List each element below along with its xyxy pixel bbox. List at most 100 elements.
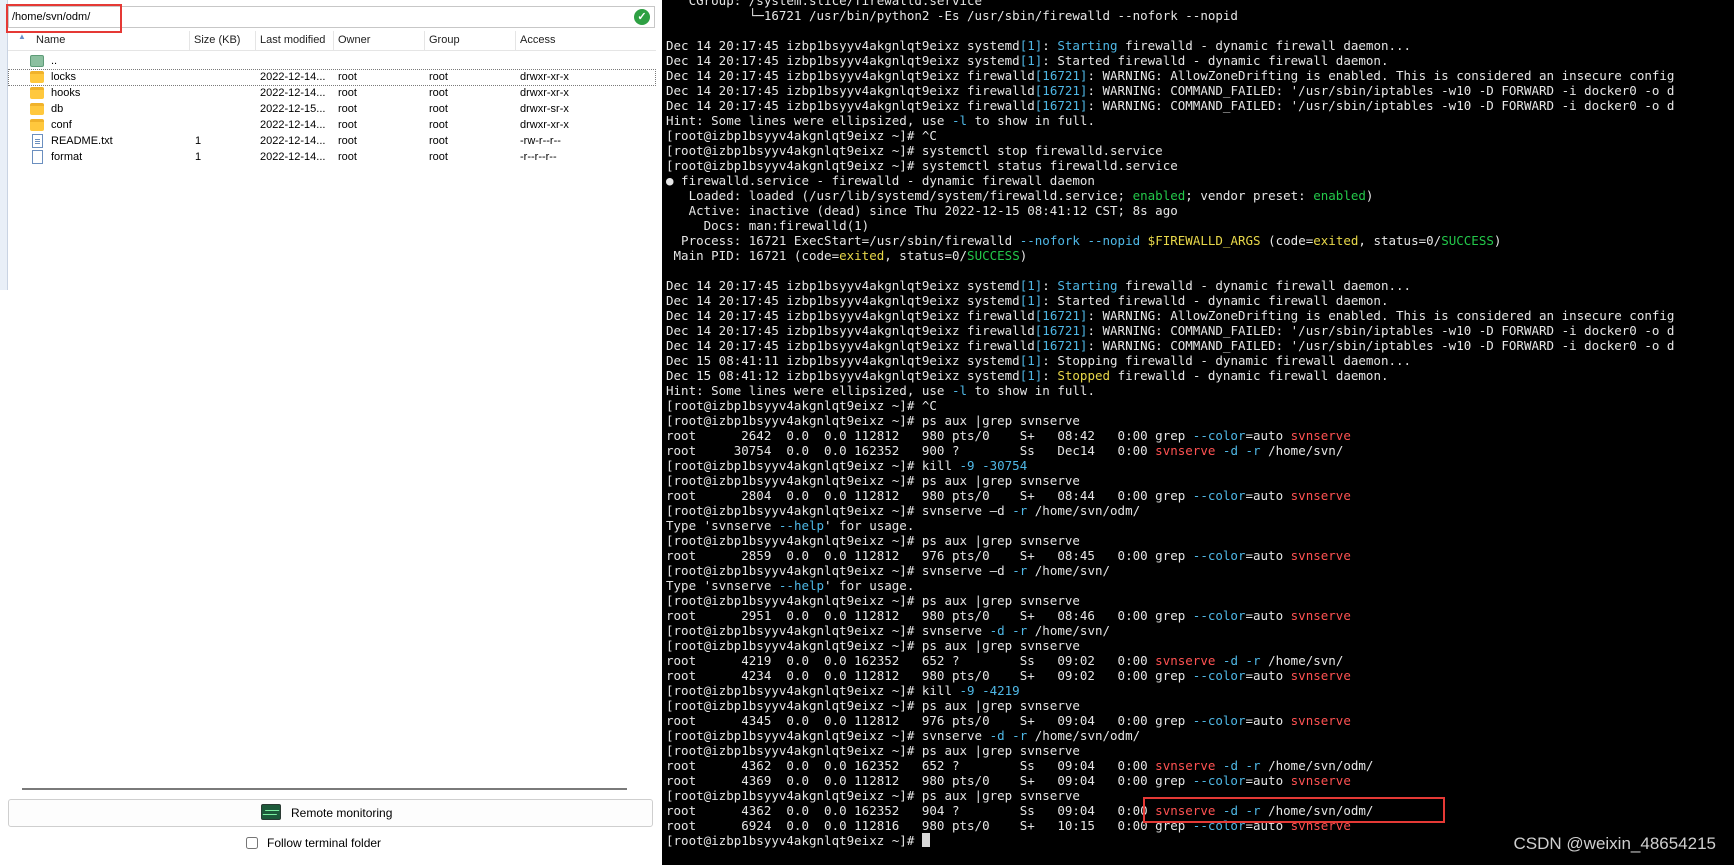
file-name: README.txt xyxy=(51,135,113,147)
terminal-text: exited xyxy=(839,248,885,263)
terminal-text: : WARNING: COMMAND_FAILED: '/usr/sbin/ip… xyxy=(1087,323,1675,338)
file-modified: 2022-12-15... xyxy=(260,103,326,115)
terminal-text: [root@izbp1bsyyv4akgnlqt9eixz ~]# ps aux… xyxy=(666,638,1080,653)
terminal-text: [root@izbp1bsyyv4akgnlqt9eixz ~]# ^C xyxy=(666,398,937,413)
terminal-text: --color xyxy=(1192,668,1246,683)
terminal-line: [root@izbp1bsyyv4akgnlqt9eixz ~]# ^C xyxy=(666,398,1674,413)
column-access[interactable]: Access xyxy=(516,31,656,50)
terminal-text: [16721] xyxy=(1034,323,1088,338)
file-access: -r--r--r-- xyxy=(520,151,557,163)
follow-terminal-folder-label[interactable]: Follow terminal folder xyxy=(267,836,381,850)
file-name: hooks xyxy=(51,87,81,99)
terminal-text: --color xyxy=(1192,548,1246,563)
file-owner: root xyxy=(338,103,357,115)
terminal-text: Dec 14 20:17:45 izbp1bsyyv4akgnlqt9eixz … xyxy=(666,83,1035,98)
terminal-line: Dec 14 20:17:45 izbp1bsyyv4akgnlqt9eixz … xyxy=(666,338,1674,353)
terminal-text: [1] xyxy=(1019,278,1043,293)
column-size[interactable]: Size (KB) xyxy=(190,31,256,50)
remote-monitoring-button[interactable]: Remote monitoring xyxy=(8,799,653,827)
terminal-text: : xyxy=(1042,278,1058,293)
file-name: conf xyxy=(51,119,72,131)
file-access: drwxr-xr-x xyxy=(520,87,569,99)
terminal-text: Main PID: 16721 (code= xyxy=(666,248,840,263)
folder-icon xyxy=(30,103,44,115)
terminal-text: [root@izbp1bsyyv4akgnlqt9eixz ~]# ps aux… xyxy=(666,788,1080,803)
terminal-text: /home/svn/ xyxy=(1027,563,1111,578)
folder-icon xyxy=(30,119,44,131)
follow-terminal-folder-checkbox[interactable] xyxy=(246,837,258,849)
file-group: root xyxy=(429,151,448,163)
terminal-line: Main PID: 16721 (code=exited, status=0/S… xyxy=(666,248,1674,263)
terminal-line: ● firewalld.service - firewalld - dynami… xyxy=(666,173,1674,188)
terminal-text: Dec 15 08:41:12 izbp1bsyyv4akgnlqt9eixz … xyxy=(666,368,1020,383)
terminal-text: to show in full. xyxy=(967,383,1095,398)
terminal-text: root 2951 0.0 0.0 112812 980 pts/0 S+ 08… xyxy=(666,608,1193,623)
column-group[interactable]: Group xyxy=(425,31,516,50)
checkmark-icon[interactable]: ✓ xyxy=(634,9,650,25)
terminal-text: Dec 14 20:17:45 izbp1bsyyv4akgnlqt9eixz … xyxy=(666,338,1035,353)
terminal-text: =auto xyxy=(1245,668,1291,683)
file-row[interactable]: hooks 2022-12-14... root root drwxr-xr-x xyxy=(8,85,656,102)
column-name[interactable]: Name xyxy=(32,31,190,50)
file-access: drwxr-sr-x xyxy=(520,103,569,115)
file-row[interactable]: .. xyxy=(8,53,656,70)
terminal-output: CGroup: /system.slice/firewalld.service … xyxy=(666,0,1674,848)
file-row[interactable]: README.txt 1 2022-12-14... root root -rw-r--r… xyxy=(8,133,656,150)
terminal-pane[interactable]: CGroup: /system.slice/firewalld.service … xyxy=(662,0,1734,865)
terminal-line: root 4219 0.0 0.0 162352 652 ? Ss 09:02 … xyxy=(666,653,1674,668)
terminal-text: root 6924 0.0 0.0 112816 980 pts/0 S+ 10… xyxy=(666,818,1193,833)
terminal-text: [root@izbp1bsyyv4akgnlqt9eixz ~]# ps aux… xyxy=(666,743,1080,758)
terminal-text: --nofork --nopid xyxy=(1019,233,1141,248)
terminal-text: SUCCESS xyxy=(967,248,1020,263)
file-row[interactable]: conf 2022-12-14... root root drwxr-xr-x xyxy=(8,117,656,134)
terminal-text: : xyxy=(1042,38,1058,53)
terminal-line: root 4369 0.0 0.0 112812 980 pts/0 S+ 09… xyxy=(666,773,1674,788)
terminal-text: Docs: man:firewalld(1) xyxy=(666,218,870,233)
horizontal-scrollbar[interactable] xyxy=(22,788,627,790)
terminal-text: /home/svn/ xyxy=(1027,623,1111,638)
file-row[interactable]: format 1 2022-12-14... root root -r--r--r-- xyxy=(8,149,656,166)
terminal-text: [16721] xyxy=(1034,308,1088,323)
terminal-line: Hint: Some lines were ellipsized, use -l… xyxy=(666,383,1674,398)
terminal-text: =auto xyxy=(1245,488,1291,503)
terminal-text: /home/svn/odm/ xyxy=(1260,758,1374,773)
terminal-text: [16721] xyxy=(1034,98,1088,113)
terminal-text: : WARNING: AllowZoneDrifting is enabled.… xyxy=(1087,308,1675,323)
file-size: 1 xyxy=(195,135,202,147)
terminal-line: Dec 14 20:17:45 izbp1bsyyv4akgnlqt9eixz … xyxy=(666,53,1674,68)
terminal-text: /home/svn/odm/ xyxy=(1027,728,1141,743)
terminal-text: --help xyxy=(778,518,825,533)
file-row[interactable]: db 2022-12-15... root root drwxr-sr-x xyxy=(8,101,656,118)
file-row[interactable]: locks 2022-12-14... root root drwxr-xr-x xyxy=(8,69,656,86)
terminal-text: root 4219 0.0 0.0 162352 652 ? Ss 09:02 … xyxy=(666,653,1156,668)
file-group: root xyxy=(429,135,448,147)
terminal-line: [root@izbp1bsyyv4akgnlqt9eixz ~]# ps aux… xyxy=(666,698,1674,713)
terminal-text: -9 -4219 xyxy=(959,683,1020,698)
terminal-line: Hint: Some lines were ellipsized, use -l… xyxy=(666,113,1674,128)
column-owner[interactable]: Owner xyxy=(334,31,425,50)
side-strip xyxy=(0,0,8,290)
terminal-text: [1] xyxy=(1019,38,1043,53)
terminal-text: -d -r xyxy=(1222,758,1261,773)
sort-ascending-icon[interactable]: ▲ xyxy=(18,32,26,41)
cursor xyxy=(921,833,930,847)
terminal-text: --color xyxy=(1192,428,1246,443)
terminal-line: root 2804 0.0 0.0 112812 980 pts/0 S+ 08… xyxy=(666,488,1674,503)
terminal-text: [root@izbp1bsyyv4akgnlqt9eixz ~]# ps aux… xyxy=(666,473,1080,488)
terminal-text: Dec 14 20:17:45 izbp1bsyyv4akgnlqt9eixz … xyxy=(666,53,1020,68)
terminal-line: [root@izbp1bsyyv4akgnlqt9eixz ~]# svnser… xyxy=(666,623,1674,638)
terminal-text: exited xyxy=(1313,233,1359,248)
file-access: drwxr-xr-x xyxy=(520,119,569,131)
terminal-line: Type 'svnserve --help' for usage. xyxy=(666,578,1674,593)
terminal-text: [root@izbp1bsyyv4akgnlqt9eixz ~]# svnser… xyxy=(666,563,1013,578)
terminal-line: [root@izbp1bsyyv4akgnlqt9eixz ~]# svnser… xyxy=(666,563,1674,578)
terminal-line: root 2859 0.0 0.0 112812 976 pts/0 S+ 08… xyxy=(666,548,1674,563)
terminal-text: [root@izbp1bsyyv4akgnlqt9eixz ~]# system… xyxy=(666,143,1163,158)
terminal-text: root 30754 0.0 0.0 162352 900 ? Ss Dec14… xyxy=(666,443,1156,458)
terminal-text: root 4362 0.0 0.0 162352 652 ? Ss 09:04 … xyxy=(666,758,1156,773)
column-last-modified[interactable]: Last modified xyxy=(256,31,334,50)
file-modified: 2022-12-14... xyxy=(260,87,326,99)
terminal-text: Hint: Some lines were ellipsized, use xyxy=(666,383,952,398)
